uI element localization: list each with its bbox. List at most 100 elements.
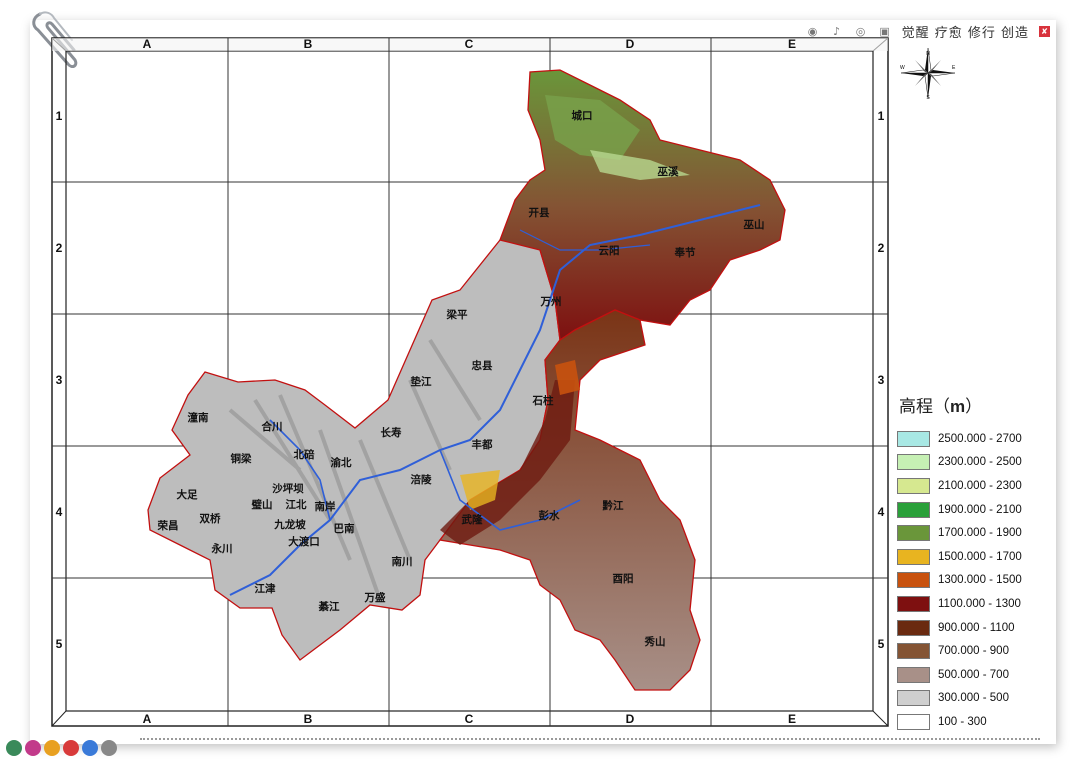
legend-label: 2300.000 - 2500 — [938, 456, 1022, 469]
legend-label: 2500.000 - 2700 — [938, 432, 1022, 445]
place-label: 黔江 — [603, 499, 624, 512]
footer-app-icon[interactable] — [6, 740, 22, 756]
legend-item: 700.000 - 900 — [897, 639, 1037, 663]
legend-label: 100 - 300 — [938, 715, 987, 728]
legend-item: 1900.000 - 2100 — [897, 498, 1037, 522]
legend-swatch — [897, 595, 930, 612]
legend-item: 2300.000 - 2500 — [897, 451, 1037, 475]
footer-app-icon[interactable] — [63, 740, 79, 756]
legend-title: 高程（m） — [899, 397, 983, 417]
place-label: 江津 — [255, 582, 276, 595]
footer-icon-strip — [6, 740, 117, 756]
place-label: 万州 — [540, 296, 562, 308]
bottom-divider — [140, 738, 1040, 740]
column-label-top: C — [465, 37, 474, 51]
place-label: 长寿 — [381, 426, 402, 439]
footer-app-icon[interactable] — [101, 740, 117, 756]
place-label: 綦江 — [318, 600, 340, 613]
column-label-bottom: E — [788, 712, 796, 726]
place-label: 丰都 — [472, 438, 493, 451]
legend-item: 300.000 - 500 — [897, 687, 1037, 711]
legend-item: 1500.000 - 1700 — [897, 545, 1037, 569]
place-label: 奉节 — [674, 246, 696, 259]
legend-label: 900.000 - 1100 — [938, 621, 1015, 634]
place-label: 巫山 — [744, 218, 765, 231]
compass-n: N — [926, 51, 930, 57]
legend-swatch — [897, 525, 930, 542]
legend-item: 1300.000 - 1500 — [897, 569, 1037, 593]
legend-unit: m — [950, 397, 966, 416]
place-label: 涪陵 — [411, 473, 432, 486]
legend-label: 1700.000 - 1900 — [938, 527, 1022, 540]
compass-rose-icon: N S W E — [900, 47, 956, 100]
place-label: 巴南 — [334, 522, 355, 535]
column-label-bottom: A — [143, 712, 152, 726]
column-label-bottom: D — [626, 712, 635, 726]
place-label: 江北 — [286, 498, 307, 511]
legend-label: 700.000 - 900 — [938, 645, 1009, 658]
place-label: 南岸 — [315, 500, 336, 513]
place-label: 垫江 — [411, 375, 432, 388]
place-label: 双桥 — [199, 512, 221, 525]
region-west-lowland — [147, 218, 561, 661]
row-label-right: 2 — [878, 241, 885, 255]
footer-app-icon[interactable] — [25, 740, 41, 756]
place-label: 铜梁 — [231, 452, 252, 465]
column-label-bottom: C — [465, 712, 474, 726]
row-label-left: 4 — [56, 505, 63, 519]
legend-item: 1100.000 - 1300 — [897, 592, 1037, 616]
place-label: 北碚 — [294, 448, 315, 461]
column-label-top: B — [304, 37, 313, 51]
place-label: 荣昌 — [157, 519, 179, 532]
elevation-legend: 高程（m） 2500.000 - 2700 2300.000 - 2500 2100… — [897, 392, 1037, 734]
place-label: 忠县 — [472, 359, 493, 372]
place-label: 潼南 — [188, 411, 209, 424]
place-label: 璧山 — [252, 498, 273, 511]
legend-swatch — [897, 713, 930, 730]
place-label: 武隆 — [462, 513, 483, 526]
footer-app-icon[interactable] — [44, 740, 60, 756]
legend-rows: 2500.000 - 2700 2300.000 - 2500 2100.000 -… — [897, 427, 1037, 734]
compass-e: E — [952, 65, 956, 71]
column-label-top: D — [626, 37, 635, 51]
legend-item: 2100.000 - 2300 — [897, 474, 1037, 498]
legend-label: 1300.000 - 1500 — [938, 574, 1022, 587]
place-label: 大渡口 — [288, 535, 320, 548]
place-label: 渝北 — [331, 456, 352, 469]
place-label: 梁平 — [446, 308, 468, 321]
legend-label: 1100.000 - 1300 — [938, 597, 1021, 610]
legend-swatch — [897, 430, 930, 447]
place-label: 沙坪坝 — [272, 482, 304, 495]
column-label-top: E — [788, 37, 796, 51]
place-label: 万盛 — [364, 591, 386, 604]
footer-app-icon[interactable] — [82, 740, 98, 756]
legend-swatch — [897, 666, 930, 683]
compass-w: W — [900, 65, 905, 71]
legend-label: 300.000 - 500 — [938, 692, 1009, 705]
legend-item: 1700.000 - 1900 — [897, 521, 1037, 545]
place-label: 云阳 — [599, 245, 620, 257]
place-label: 开县 — [529, 207, 550, 219]
row-label-left: 3 — [56, 373, 63, 387]
legend-label: 1900.000 - 2100 — [938, 503, 1022, 516]
legend-label: 1500.000 - 1700 — [938, 550, 1022, 563]
place-label: 南川 — [392, 555, 413, 568]
column-label-bottom: B — [304, 712, 313, 726]
legend-swatch — [897, 454, 930, 471]
legend-swatch — [897, 572, 930, 589]
legend-swatch — [897, 643, 930, 660]
legend-item: 900.000 - 1100 — [897, 616, 1037, 640]
terrain-map — [147, 69, 786, 691]
place-label: 酉阳 — [613, 573, 634, 585]
legend-swatch — [897, 690, 930, 707]
place-label: 秀山 — [644, 635, 666, 648]
place-label: 巫溪 — [658, 165, 679, 178]
legend-item: 500.000 - 700 — [897, 663, 1037, 687]
legend-item: 100 - 300 — [897, 710, 1037, 734]
row-label-right: 5 — [878, 637, 885, 651]
place-label: 城口 — [572, 109, 593, 122]
legend-label: 500.000 - 700 — [938, 668, 1009, 681]
column-label-top: A — [143, 37, 152, 51]
legend-title-text: 高程 — [899, 397, 933, 417]
legend-swatch — [897, 501, 930, 518]
